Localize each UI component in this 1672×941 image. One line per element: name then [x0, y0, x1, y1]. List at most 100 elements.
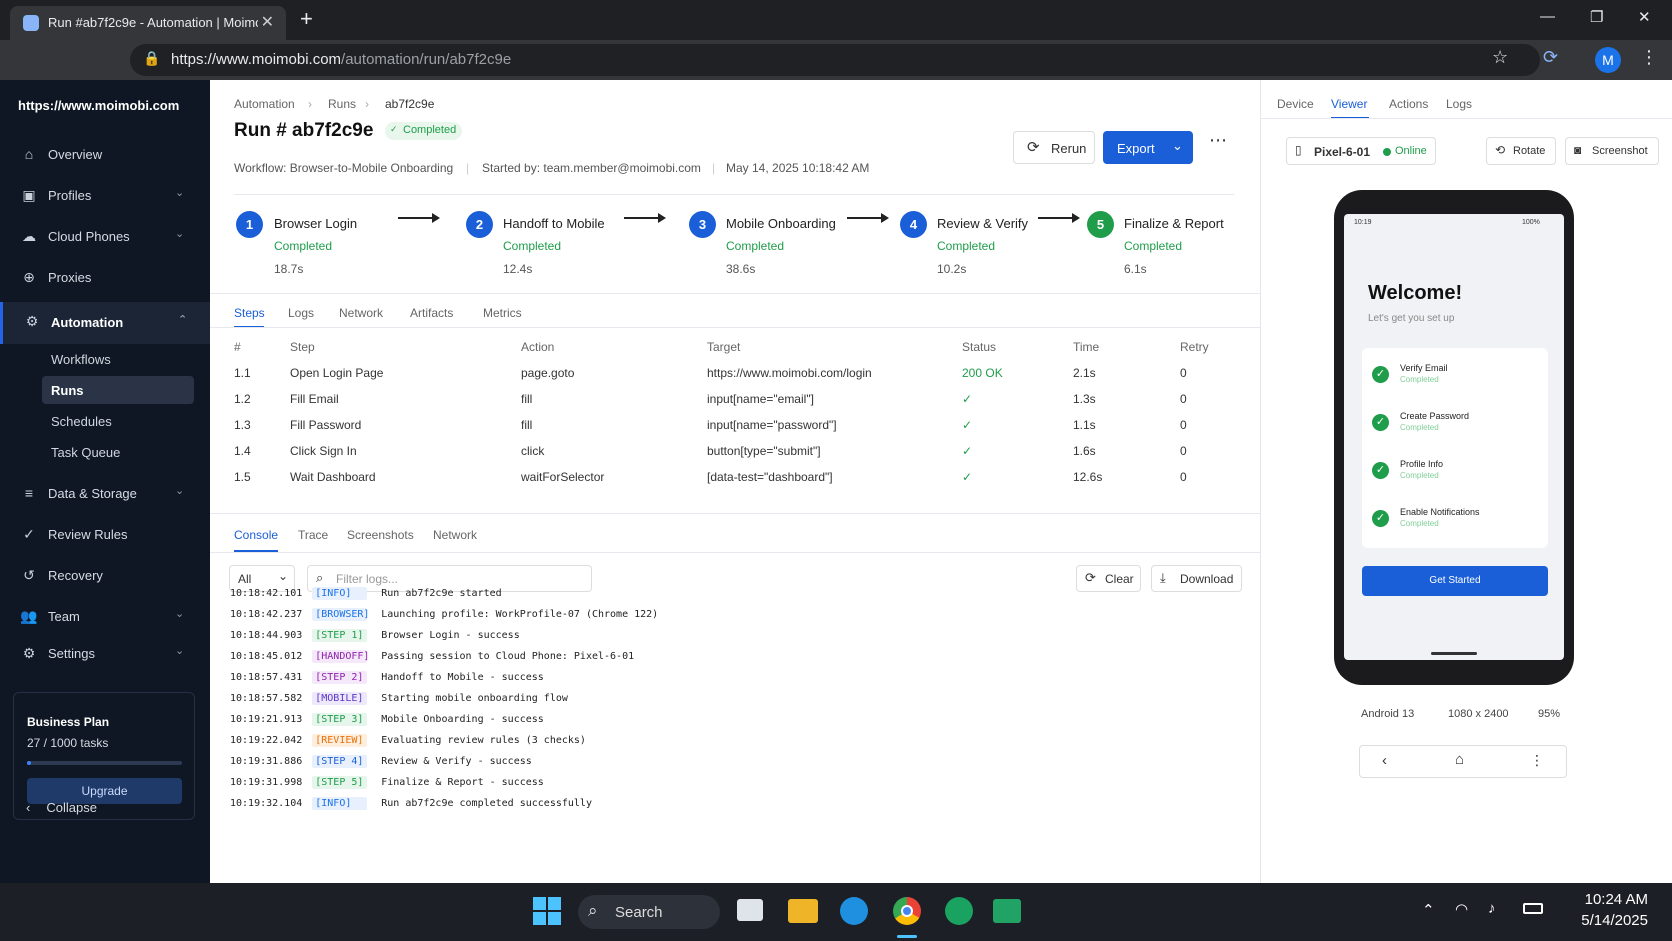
- breadcrumb-runs[interactable]: Runs: [328, 97, 356, 111]
- tab-network[interactable]: Network: [339, 306, 383, 320]
- breadcrumb-automation[interactable]: Automation: [234, 97, 295, 111]
- log-tag: [STEP 5]: [312, 776, 368, 789]
- tab-viewer[interactable]: Viewer: [1331, 97, 1367, 111]
- divider: |: [712, 161, 716, 175]
- chevron-left-icon: ‹: [26, 800, 31, 815]
- chrome-icon[interactable]: [893, 897, 921, 925]
- task-view-icon[interactable]: [737, 899, 763, 921]
- minimize-icon[interactable]: —: [1540, 8, 1555, 25]
- check-circle-icon: ✓: [23, 526, 35, 542]
- table-cell: input[name="password"]: [707, 418, 837, 432]
- taskbar-clock[interactable]: 10:24 AM: [1572, 891, 1648, 908]
- sidebar-sub-task-queue[interactable]: Task Queue: [51, 445, 120, 460]
- sidebar-item-cloud-phones[interactable]: ☁ Cloud Phones ⌄: [0, 220, 210, 254]
- close-tab-icon[interactable]: ✕: [261, 12, 274, 32]
- taskbar-date[interactable]: 5/14/2025: [1560, 912, 1648, 929]
- tab-network-console[interactable]: Network: [433, 528, 477, 542]
- breadcrumb-separator: ›: [365, 97, 369, 111]
- sidebar-sub-workflows[interactable]: Workflows: [51, 352, 111, 367]
- volume-icon[interactable]: ♪: [1488, 900, 1496, 917]
- screenshot-button[interactable]: ◙ Screenshot: [1565, 137, 1659, 165]
- home-icon[interactable]: ⌂: [1455, 751, 1464, 768]
- tab-logs-right[interactable]: Logs: [1446, 97, 1472, 111]
- close-window-icon[interactable]: ✕: [1638, 8, 1651, 26]
- table-cell: 0: [1180, 470, 1187, 484]
- terminal-icon[interactable]: [993, 899, 1021, 923]
- checklist-item: ✓ Enable Notifications Completed: [1372, 506, 1542, 546]
- sidebar-item-profiles[interactable]: ▣ Profiles ⌄: [0, 179, 210, 213]
- sync-icon[interactable]: ⟳: [1543, 47, 1558, 68]
- log-timestamp: 10:18:57.431: [230, 672, 303, 683]
- sidebar-item-team[interactable]: 👥 Team ⌄: [0, 600, 210, 634]
- tab-logs[interactable]: Logs: [288, 306, 314, 320]
- sidebar-sub-runs[interactable]: Runs: [42, 376, 194, 404]
- log-timestamp: 10:19:31.886: [230, 756, 303, 767]
- sidebar-sub-schedules[interactable]: Schedules: [51, 414, 112, 429]
- more-options-icon[interactable]: ⋯: [1209, 130, 1227, 151]
- browser-tab-bar: Run #ab7f2c9e - Automation | Moimo ✕ + —…: [0, 0, 1672, 40]
- sidebar-item-proxies[interactable]: ⊕ Proxies: [0, 261, 210, 295]
- device-selector[interactable]: ▯ Pixel-6-01 Online: [1286, 137, 1436, 165]
- rerun-button[interactable]: ⟳ Rerun: [1013, 131, 1095, 164]
- sidebar-item-review-rules[interactable]: ✓ Review Rules: [0, 518, 210, 552]
- table-cell: waitForSelector: [521, 470, 605, 484]
- sidebar-item-overview[interactable]: ⌂ Overview: [0, 138, 210, 172]
- run-date: May 14, 2025 10:18:42 AM: [726, 161, 870, 175]
- clear-logs-button[interactable]: ⟳ Clear: [1076, 565, 1141, 592]
- get-started-button[interactable]: Get Started: [1362, 566, 1548, 596]
- bookmark-star-icon[interactable]: ☆: [1492, 47, 1508, 68]
- chevron-up-icon[interactable]: ⌃: [1422, 901, 1435, 919]
- table-cell: 0: [1180, 418, 1187, 432]
- tab-actions[interactable]: Actions: [1389, 97, 1428, 111]
- edge-icon[interactable]: [840, 897, 868, 925]
- sidebar-item-automation[interactable]: ⚙ Automation ⌃: [0, 302, 210, 344]
- back-icon[interactable]: ‹: [1382, 752, 1387, 769]
- collapse-button[interactable]: ‹ Collapse: [26, 800, 97, 815]
- table-cell: https://www.moimobi.com/login: [707, 366, 872, 380]
- profile-avatar[interactable]: M: [1595, 47, 1621, 73]
- phone-screen[interactable]: 10:19 100% Welcome! Let's get you set up…: [1344, 214, 1564, 660]
- tab-screenshots[interactable]: Screenshots: [347, 528, 414, 542]
- cloud-icon: ☁: [22, 228, 36, 244]
- download-logs-button[interactable]: ⤓ Download: [1151, 565, 1242, 592]
- windows-start-icon[interactable]: [533, 897, 561, 925]
- tab-device[interactable]: Device: [1277, 97, 1314, 111]
- stage-3-number: 3: [689, 211, 716, 238]
- stage-1-time: 18.7s: [274, 262, 304, 276]
- welcome-subtitle: Let's get you set up: [1368, 313, 1455, 324]
- sidebar-item-recovery[interactable]: ↺ Recovery: [0, 559, 210, 593]
- check-icon: ✓: [1372, 366, 1389, 383]
- refresh-icon: ⟳: [1027, 139, 1040, 156]
- new-tab-icon[interactable]: +: [300, 6, 313, 32]
- stage-4-number: 4: [900, 211, 927, 238]
- stage-2-title: Handoff to Mobile: [503, 216, 605, 231]
- maximize-icon[interactable]: ❐: [1590, 8, 1603, 26]
- gear-icon: ⚙: [25, 313, 39, 329]
- battery-icon[interactable]: [1523, 903, 1543, 914]
- tab-console[interactable]: Console: [234, 528, 278, 542]
- wifi-icon[interactable]: ◠: [1455, 900, 1468, 918]
- app-icon[interactable]: [945, 897, 973, 925]
- browser-menu-icon[interactable]: ⋮: [1640, 47, 1658, 68]
- app-window: Run #ab7f2c9e - Automation | Moimo ✕ + —…: [0, 0, 1672, 941]
- file-explorer-icon[interactable]: [788, 899, 818, 923]
- stage-1-status: Completed: [274, 239, 333, 253]
- more-options-icon[interactable]: ⋮: [1530, 752, 1544, 769]
- tab-metrics[interactable]: Metrics: [483, 306, 522, 320]
- log-message: Run ab7f2c9e started: [381, 588, 502, 599]
- browser-tab[interactable]: Run #ab7f2c9e - Automation | Moimo ✕: [10, 6, 286, 40]
- tab-steps[interactable]: Steps: [234, 306, 265, 320]
- export-button[interactable]: Export ⌄: [1103, 131, 1193, 164]
- tab-trace[interactable]: Trace: [298, 528, 328, 542]
- sidebar-item-settings[interactable]: ⚙ Settings ⌄: [0, 637, 210, 671]
- active-app-indicator: [897, 935, 917, 938]
- site-favicon-icon: [23, 15, 39, 31]
- taskbar-search[interactable]: ⌕ Search: [578, 895, 720, 929]
- tab-artifacts[interactable]: Artifacts: [410, 306, 453, 320]
- rotate-button[interactable]: ⟲ Rotate: [1486, 137, 1556, 165]
- sidebar-item-data-storage[interactable]: ≡ Data & Storage ⌄: [0, 477, 210, 511]
- checklist-item: ✓ Profile Info Completed: [1372, 458, 1542, 498]
- log-line: 10:18:45.012 [HANDOFF] Passing session to …: [230, 650, 634, 663]
- column-header: Time: [1073, 340, 1100, 354]
- url-text[interactable]: https://www.moimobi.com/automation/run/a…: [171, 51, 511, 68]
